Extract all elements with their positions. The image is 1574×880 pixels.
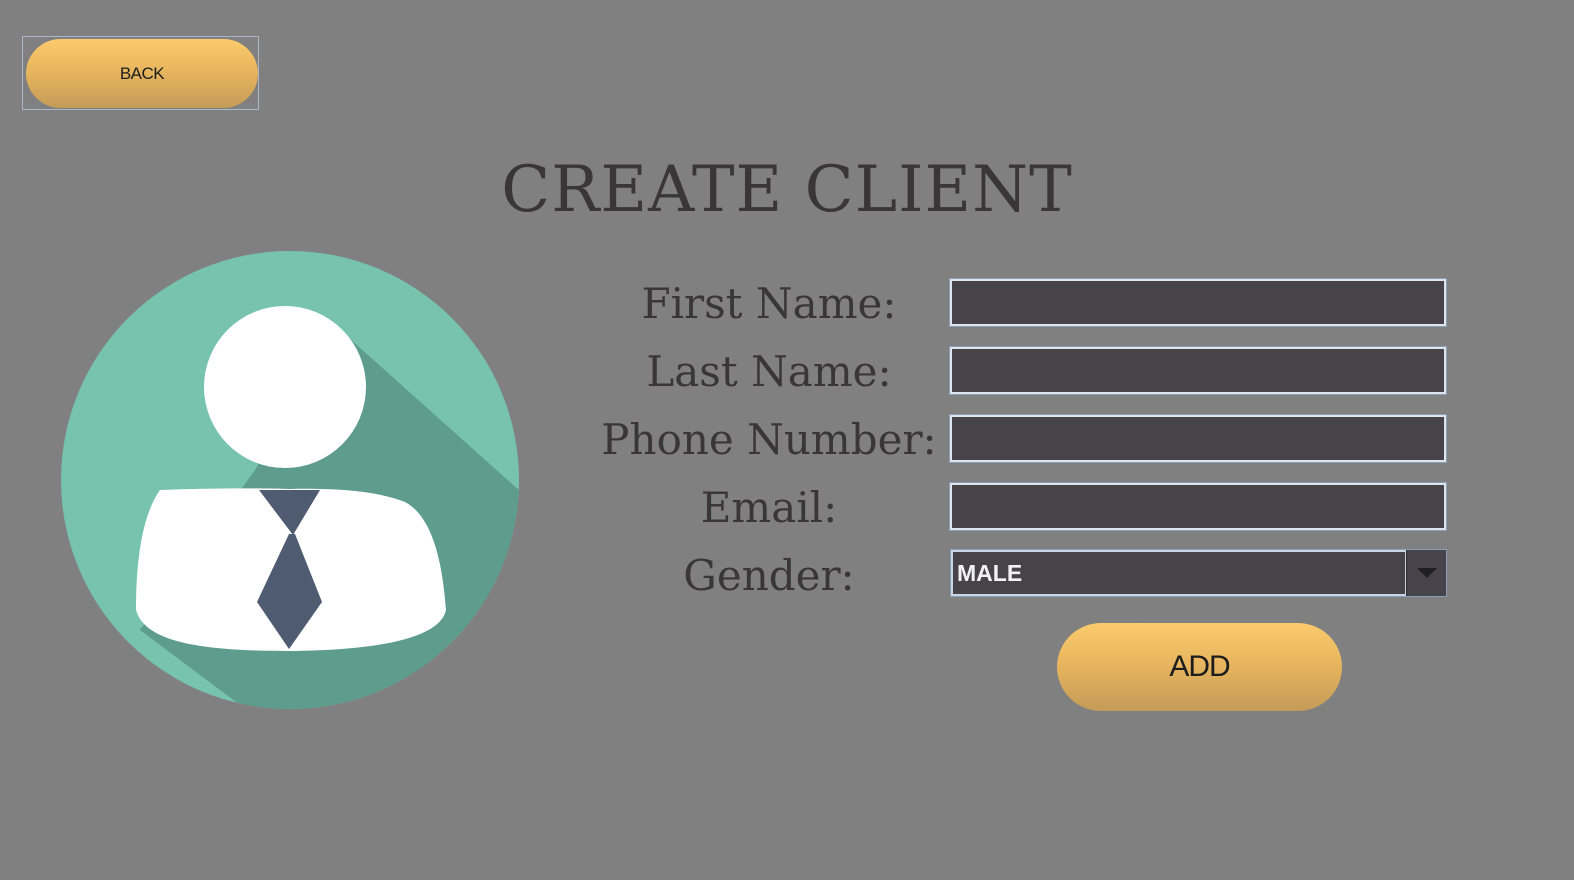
back-button-frame: BACK (22, 36, 259, 110)
gender-dropdown-button[interactable] (1406, 550, 1446, 596)
gender-selected-value[interactable]: MALE (951, 550, 1407, 596)
first-name-input[interactable] (949, 278, 1447, 327)
last-name-input[interactable] (949, 346, 1447, 395)
avatar-head (204, 306, 366, 468)
page-title: CREATE CLIENT (501, 153, 1073, 227)
last-name-label: Last Name: (646, 347, 892, 396)
back-button[interactable]: BACK (26, 39, 258, 108)
first-name-label: First Name: (641, 279, 897, 328)
gender-select[interactable]: MALE (950, 549, 1447, 597)
email-label: Email: (700, 483, 838, 532)
phone-number-input[interactable] (949, 414, 1447, 463)
chevron-down-icon (1416, 568, 1437, 578)
phone-number-label: Phone Number: (601, 415, 937, 464)
gender-label: Gender: (683, 551, 855, 600)
add-button[interactable]: ADD (1057, 623, 1342, 711)
client-avatar-icon (61, 251, 519, 709)
email-input[interactable] (949, 482, 1447, 531)
